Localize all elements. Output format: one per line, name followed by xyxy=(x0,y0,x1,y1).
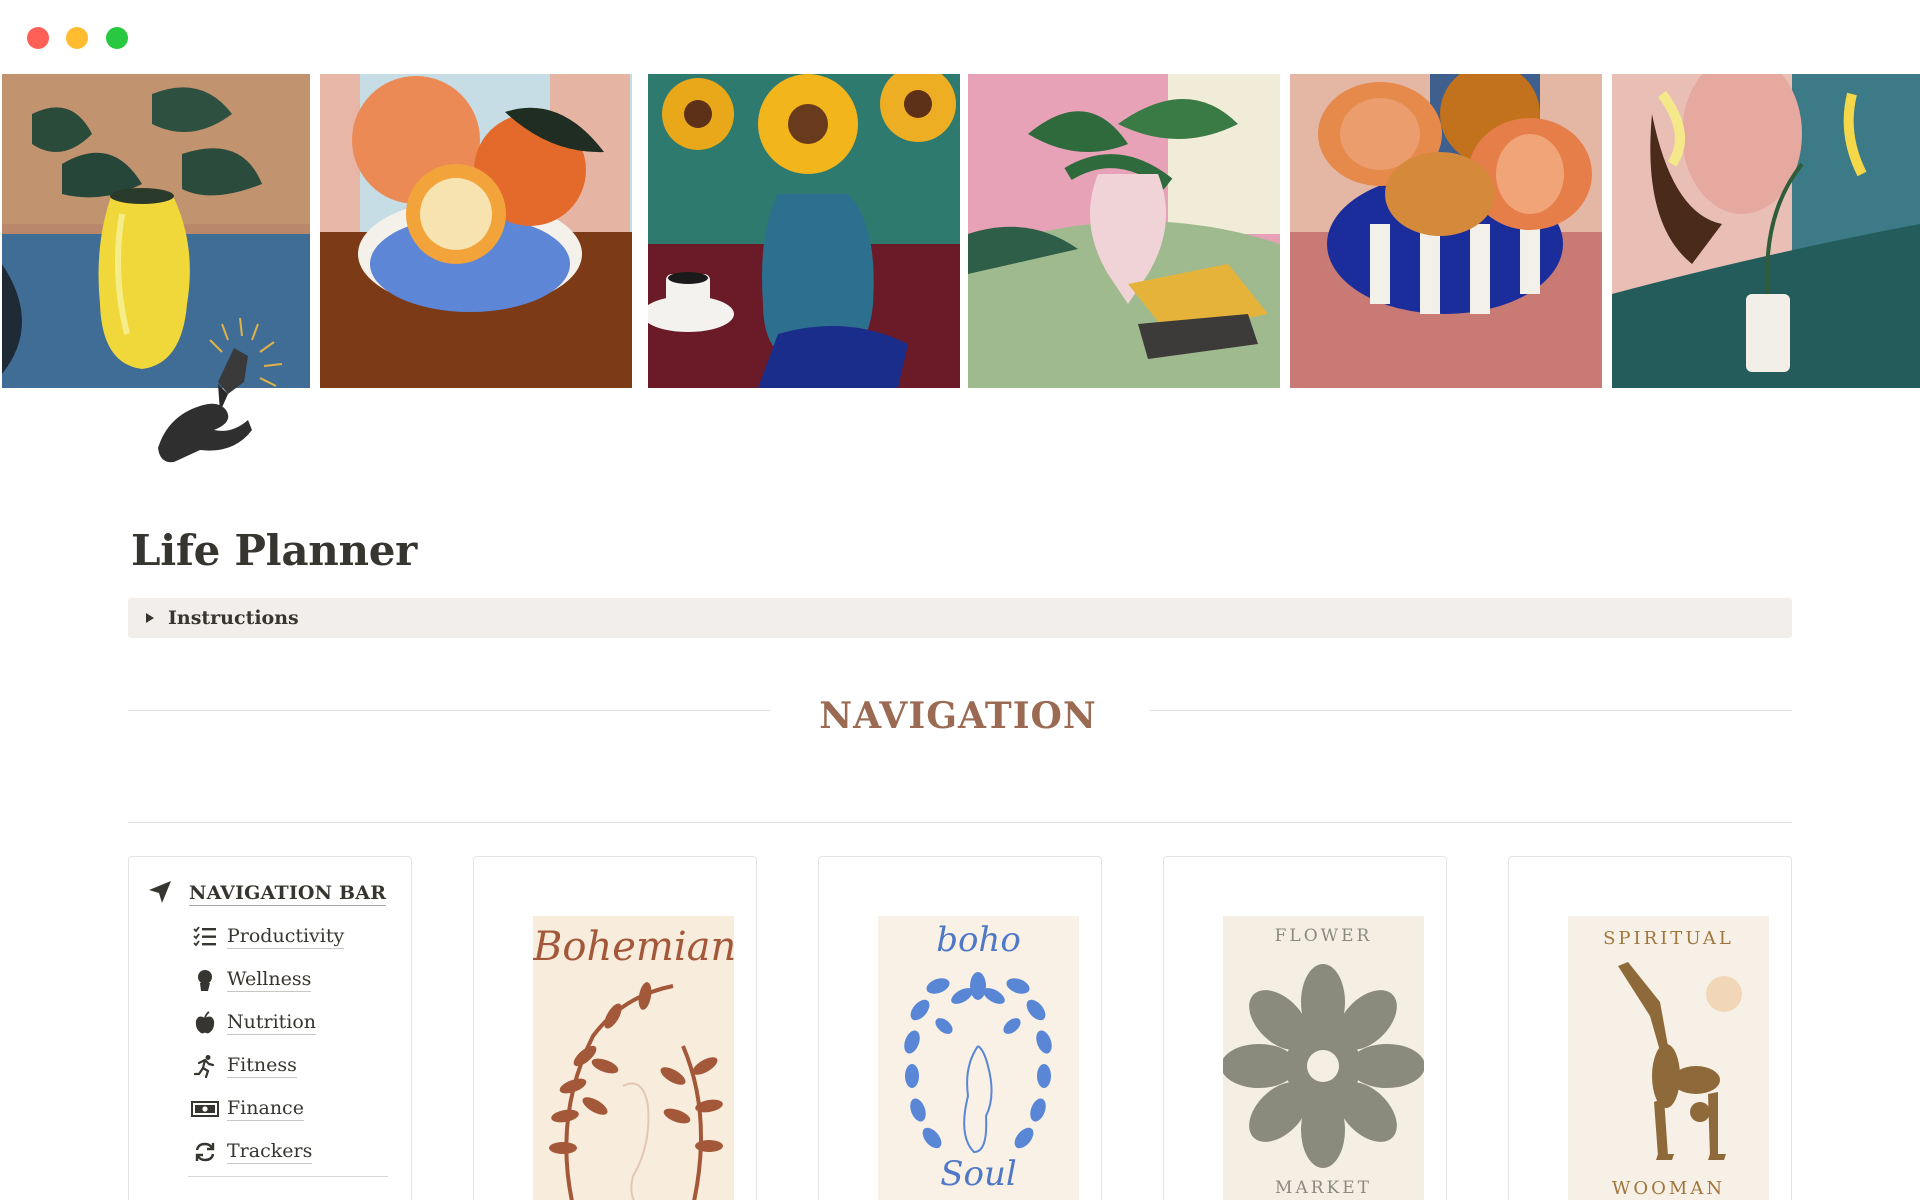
navigation-arrow-icon xyxy=(147,879,173,909)
heading-divider-right xyxy=(1150,710,1792,711)
page-title[interactable]: Life Planner xyxy=(131,526,417,575)
cover-panel-sunflowers xyxy=(648,74,960,388)
bohemian-poster: Bohemian xyxy=(533,916,734,1200)
close-window-button[interactable] xyxy=(27,27,49,49)
gallery-card-bohemian[interactable]: Bohemian xyxy=(473,856,757,1200)
flower-market-poster: FLOWER MARKET xyxy=(1223,916,1424,1200)
navigation-list: Productivity Wellness Nutrition Fitness … xyxy=(191,915,345,1173)
poster-caption-bottom: MARKET xyxy=(1275,1178,1372,1198)
instructions-toggle-label: Instructions xyxy=(168,607,299,629)
navigation-bar-title[interactable]: NAVIGATION BAR xyxy=(189,882,387,906)
nav-item-label[interactable]: Wellness xyxy=(227,968,312,992)
gallery-card-spiritual-wooman[interactable]: SPIRITUAL WOOMAN xyxy=(1508,856,1792,1200)
nav-item-nutrition[interactable]: Nutrition xyxy=(191,1001,344,1044)
nav-item-wellness[interactable]: Wellness xyxy=(191,958,344,1001)
person-bust-icon xyxy=(191,966,219,994)
cover-panel-papaya-bowl xyxy=(1290,74,1602,388)
nav-item-label[interactable]: Fitness xyxy=(227,1054,297,1078)
triangle-right-icon[interactable] xyxy=(138,606,162,630)
cover-panel-woman-lily xyxy=(1612,74,1920,388)
nav-item-label[interactable]: Trackers xyxy=(227,1140,313,1164)
nav-item-label[interactable]: Finance xyxy=(227,1097,304,1121)
gallery-card-boho-soul[interactable]: boho Soul xyxy=(818,856,1102,1200)
cover-panel-pink-vase xyxy=(968,74,1280,388)
refresh-icon xyxy=(191,1138,219,1166)
nav-item-fitness[interactable]: Fitness xyxy=(191,1044,344,1087)
maximize-window-button[interactable] xyxy=(106,27,128,49)
running-icon xyxy=(191,1052,219,1080)
gallery-card-flower-market[interactable]: FLOWER MARKET xyxy=(1163,856,1447,1200)
heading-divider-left xyxy=(128,710,770,711)
money-icon xyxy=(191,1095,219,1123)
nav-item-productivity[interactable]: Productivity xyxy=(191,915,345,958)
section-divider xyxy=(128,822,1792,823)
spiritual-wooman-poster: SPIRITUAL WOOMAN xyxy=(1568,916,1769,1200)
boho-soul-poster: boho Soul xyxy=(878,916,1079,1200)
cover-panel-orange-bowl xyxy=(320,74,632,388)
navigation-bar-card: NAVIGATION BAR Productivity Wellness Nut… xyxy=(128,856,412,1200)
nav-item-finance[interactable]: Finance xyxy=(191,1087,344,1130)
nav-card-divider xyxy=(188,1176,388,1177)
navigation-heading: NAVIGATION xyxy=(819,695,1097,737)
navigation-bar-header[interactable]: NAVIGATION BAR xyxy=(147,879,387,909)
hand-crystal-icon[interactable] xyxy=(148,312,296,472)
checklist-icon xyxy=(191,923,219,951)
nav-item-label[interactable]: Productivity xyxy=(227,925,345,949)
poster-caption-bottom: Soul xyxy=(940,1154,1017,1194)
minimize-window-button[interactable] xyxy=(66,27,88,49)
nav-item-trackers[interactable]: Trackers xyxy=(191,1130,344,1173)
instructions-toggle[interactable]: Instructions xyxy=(128,598,1792,638)
apple-icon xyxy=(191,1009,219,1037)
window-titlebar xyxy=(0,0,1920,74)
nav-item-label[interactable]: Nutrition xyxy=(227,1011,317,1035)
poster-caption-bottom: WOOMAN xyxy=(1611,1178,1726,1199)
